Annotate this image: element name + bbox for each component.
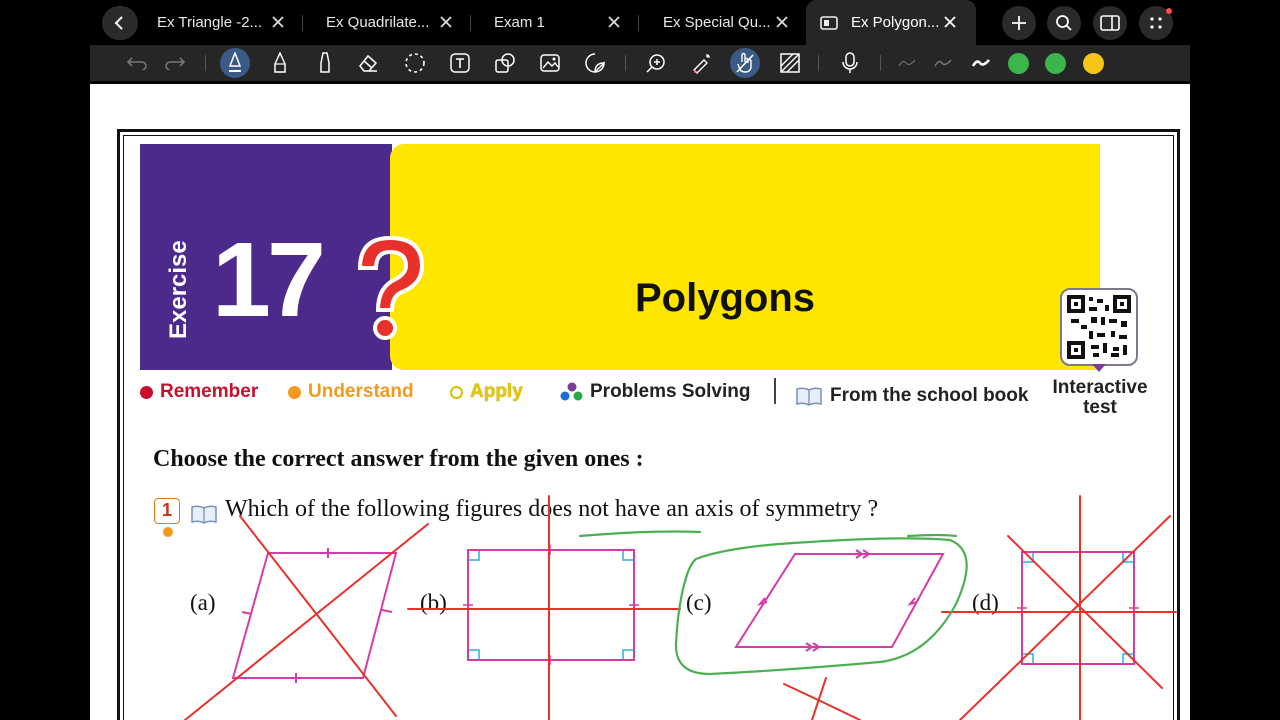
toolbar-divider	[880, 55, 881, 71]
pen-tool-button[interactable]	[220, 48, 250, 78]
image-icon	[540, 54, 560, 72]
document-icon	[820, 15, 838, 30]
highlighter-tool-button[interactable]	[310, 48, 340, 78]
close-icon[interactable]	[774, 14, 790, 30]
tab-exam-1[interactable]: Exam 1	[482, 0, 632, 45]
zoom-tool-button[interactable]	[641, 48, 671, 78]
text-tool-button[interactable]	[445, 48, 475, 78]
tab-bar: Ex Triangle -2... Ex Quadrilate... Exam …	[0, 0, 1280, 45]
tab-divider	[302, 15, 303, 31]
tab-ex-quadrilateral[interactable]: Ex Quadrilate...	[314, 0, 464, 45]
figure-b-rectangle	[463, 545, 639, 665]
tab-divider	[470, 15, 471, 31]
tab-ex-special-quadrilateral[interactable]: Ex Special Qu...	[650, 0, 800, 45]
new-tab-button[interactable]	[1002, 6, 1036, 40]
hand-touch-button[interactable]	[730, 48, 760, 78]
color-swatch-green[interactable]	[1008, 53, 1029, 74]
medium-stroke-icon	[934, 59, 952, 67]
notification-dot	[1166, 8, 1172, 14]
zoom-in-icon	[646, 54, 665, 73]
text-box-icon	[450, 53, 470, 73]
undo-icon	[126, 57, 147, 70]
figures-layer	[184, 495, 1177, 720]
close-icon[interactable]	[606, 14, 622, 30]
eraser-tool-button[interactable]	[353, 48, 383, 78]
tab-title: Ex Polygon...	[851, 14, 940, 31]
search-button[interactable]	[1047, 6, 1081, 40]
shapes-tool-button[interactable]	[490, 48, 520, 78]
back-button[interactable]	[102, 6, 138, 40]
color-swatch-yellow[interactable]	[1083, 53, 1104, 74]
tab-title: Ex Quadrilate...	[326, 14, 430, 31]
redo-button[interactable]	[160, 48, 190, 78]
figure-c-parallelogram	[734, 549, 945, 652]
thick-stroke-button[interactable]	[966, 48, 996, 78]
tab-ex-polygon[interactable]: Ex Polygon...	[806, 0, 976, 45]
chevron-left-icon	[114, 16, 123, 30]
laser-pointer-icon	[693, 54, 710, 74]
lasso-tool-button[interactable]	[400, 48, 430, 78]
microphone-button[interactable]	[835, 48, 865, 78]
undo-button[interactable]	[122, 48, 152, 78]
toolbar-divider	[625, 55, 626, 71]
toolbar-divider	[818, 55, 819, 71]
sticker-icon	[585, 53, 605, 73]
close-icon[interactable]	[942, 14, 958, 30]
tab-divider	[638, 15, 639, 31]
pencil-icon	[274, 52, 286, 73]
color-swatch-green-2[interactable]	[1045, 53, 1066, 74]
close-icon[interactable]	[438, 14, 454, 30]
annotation-green-marks	[578, 530, 968, 676]
microphone-icon	[842, 52, 858, 73]
toolbar-divider	[205, 55, 206, 71]
image-tool-button[interactable]	[535, 48, 565, 78]
tab-title: Ex Triangle -2...	[157, 14, 263, 31]
redo-icon	[165, 57, 186, 70]
plus-icon	[1012, 16, 1026, 30]
hatch-pattern-icon	[780, 53, 800, 73]
laser-pointer-button[interactable]	[686, 48, 716, 78]
shapes-icon	[495, 53, 515, 73]
tab-ex-triangle[interactable]: Ex Triangle -2...	[146, 0, 296, 45]
thin-stroke-icon	[898, 59, 916, 67]
sticker-tool-button[interactable]	[580, 48, 610, 78]
thin-stroke-button[interactable]	[892, 48, 922, 78]
highlighter-icon	[320, 52, 330, 73]
hand-pointer-icon	[736, 52, 754, 73]
document-page[interactable]: Exercise 17 Polygons Remember Understand…	[90, 84, 1190, 720]
medium-stroke-button[interactable]	[928, 48, 958, 78]
annotation-toolbar	[90, 45, 1190, 81]
tab-title: Ex Special Qu...	[663, 14, 771, 31]
close-icon[interactable]	[270, 14, 286, 30]
sidebar-toggle-button[interactable]	[1093, 6, 1127, 40]
lasso-icon	[405, 53, 425, 73]
fountain-pen-icon	[228, 52, 242, 72]
pattern-tool-button[interactable]	[775, 48, 805, 78]
eraser-icon	[359, 54, 378, 72]
tab-title: Exam 1	[494, 14, 545, 31]
pencil-tool-button[interactable]	[265, 48, 295, 78]
dots-grid-icon	[1150, 17, 1162, 29]
sidebar-icon	[1100, 15, 1120, 31]
thick-stroke-icon	[971, 59, 990, 67]
search-icon	[1056, 15, 1072, 31]
